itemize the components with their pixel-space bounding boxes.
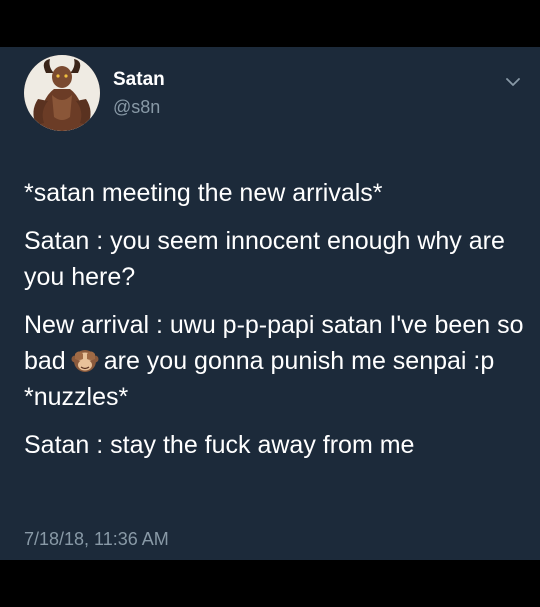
tweet-text: *satan meeting the new arrivals* Satan :…: [24, 175, 524, 475]
tweet-timestamp[interactable]: 7/18/18, 11:36 AM: [24, 529, 169, 550]
screenshot-frame: Satan @s8n *satan meeting the new arriva…: [0, 0, 540, 607]
display-name[interactable]: Satan: [113, 69, 165, 91]
see-no-evil-monkey-icon: [70, 345, 100, 375]
user-handle[interactable]: @s8n: [113, 97, 160, 118]
tweet-paragraph: New arrival : uwu p-p-papi satan I've be…: [24, 307, 524, 415]
tweet-paragraph: Satan : you seem innocent enough why are…: [24, 227, 505, 291]
avatar[interactable]: [24, 55, 100, 131]
tweet-paragraph: *satan meeting the new arrivals*: [24, 179, 383, 207]
tweet-card: Satan @s8n *satan meeting the new arriva…: [0, 47, 540, 560]
demon-avatar-icon: [24, 55, 100, 131]
chevron-down-icon[interactable]: [502, 71, 524, 93]
tweet-paragraph: Satan : stay the fuck away from me: [24, 431, 415, 459]
